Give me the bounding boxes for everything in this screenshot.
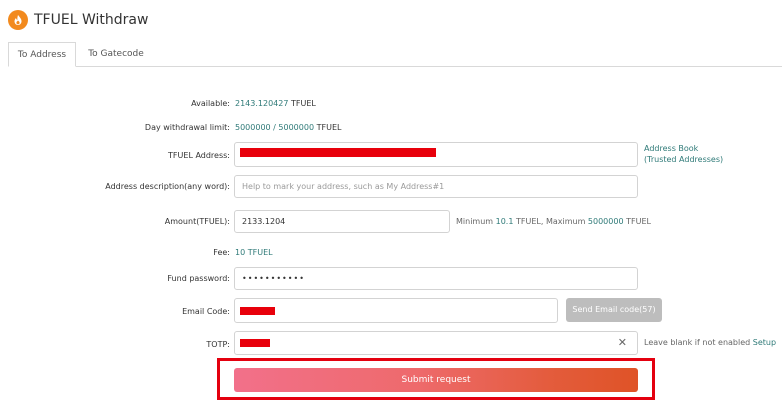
max-value: 5000000 — [587, 217, 624, 226]
day-limit-value: 5000000 / 5000000 TFUEL — [235, 123, 341, 132]
max-prefix: Maximum — [545, 217, 586, 226]
available-value: 2143.120427 TFUEL — [235, 99, 316, 108]
address-book-link[interactable]: Address Book (Trusted Addresses) — [644, 143, 723, 165]
amount-limits: Minimum 10.1 TFUEL, Maximum 5000000 TFUE… — [456, 217, 651, 226]
fee-value: 10 TFUEL — [235, 248, 273, 257]
description-placeholder: Help to mark your address, such as My Ad… — [242, 182, 445, 191]
day-limit-label: Day withdrawal limit: — [144, 123, 230, 132]
trusted-addresses-text: (Trusted Addresses) — [644, 155, 724, 164]
tab-to-gatecode[interactable]: To Gatecode — [86, 42, 146, 66]
email-code-input[interactable] — [234, 298, 558, 323]
totp-label: TOTP: — [206, 340, 230, 349]
fund-password-input[interactable]: ••••••••••• — [234, 267, 638, 290]
min-value: 10.1 — [495, 217, 514, 226]
totp-input[interactable]: ✕ — [234, 331, 638, 355]
address-book-text: Address Book — [644, 144, 699, 153]
amount-value: 2133.1204 — [242, 217, 286, 226]
address-label: TFUEL Address: — [168, 151, 230, 160]
amount-input[interactable]: 2133.1204 — [234, 210, 450, 233]
submit-request-button[interactable]: Submit request — [234, 368, 638, 392]
email-code-label: Email Code: — [182, 307, 230, 316]
fund-password-value: ••••••••••• — [242, 274, 305, 283]
fee-label: Fee: — [213, 248, 230, 257]
tab-to-address[interactable]: To Address — [8, 42, 76, 67]
totp-note: Leave blank if not enabled Setup — [644, 338, 776, 347]
available-label: Available: — [191, 99, 230, 108]
description-input[interactable]: Help to mark your address, such as My Ad… — [234, 175, 638, 198]
description-label: Address description(any word): — [105, 182, 230, 191]
amount-label: Amount(TFUEL): — [164, 217, 230, 226]
day-limit-unit: TFUEL — [316, 123, 342, 132]
available-amount: 2143.120427 — [235, 99, 289, 108]
email-code-redaction — [240, 307, 275, 315]
tab-bar: To Address To Gatecode — [8, 42, 782, 67]
min-unit: TFUEL, — [515, 217, 544, 226]
theta-flame-icon — [8, 10, 28, 30]
day-limit-amount: 5000000 / 5000000 — [235, 123, 315, 132]
max-unit: TFUEL — [626, 217, 651, 226]
close-icon[interactable]: ✕ — [618, 334, 627, 351]
send-email-code-button[interactable]: Send Email code(57) — [566, 298, 662, 322]
min-prefix: Minimum — [456, 217, 494, 226]
page-title: TFUEL Withdraw — [34, 12, 149, 28]
totp-setup-link[interactable]: Setup — [753, 338, 776, 347]
page-header: TFUEL Withdraw — [8, 8, 148, 32]
address-input[interactable] — [234, 142, 638, 167]
address-redaction — [240, 148, 436, 157]
available-unit: TFUEL — [291, 99, 316, 108]
totp-note-text: Leave blank if not enabled — [644, 338, 751, 347]
fund-password-label: Fund password: — [167, 274, 230, 283]
totp-redaction — [240, 339, 270, 347]
